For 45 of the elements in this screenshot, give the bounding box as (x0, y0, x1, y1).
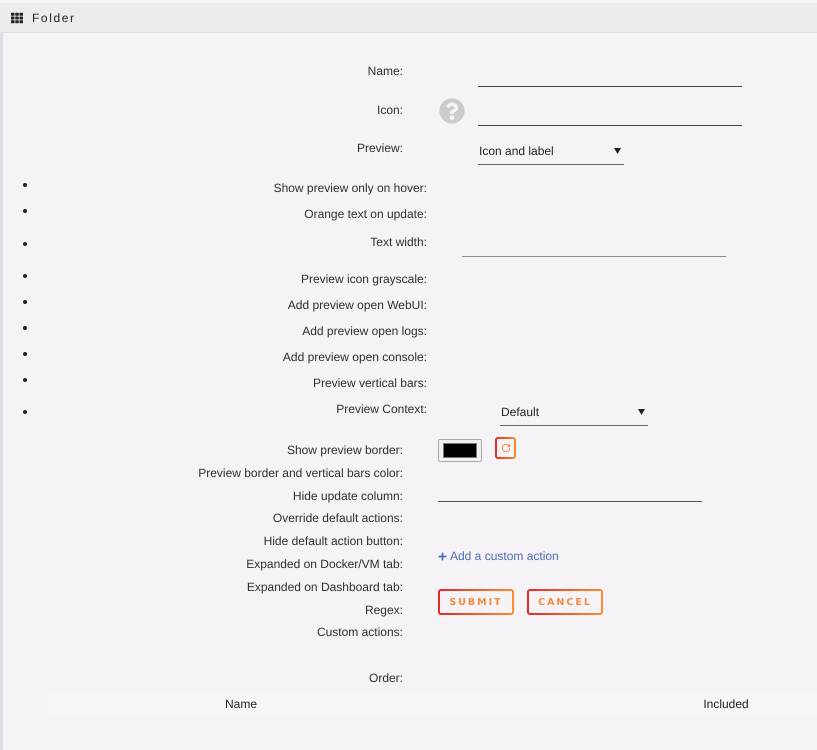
column-header: Included (702, 696, 750, 711)
field-label: Hide default action button: (264, 533, 403, 550)
field-label: Add preview open logs: (301, 323, 427, 339)
refresh-icon (500, 443, 510, 453)
bullet-icon (23, 242, 27, 246)
caret-icon (638, 409, 645, 415)
bullet-icon (23, 326, 27, 330)
field-label: Icon: (376, 102, 403, 118)
field-label: Preview border and vertical bars color: (198, 464, 403, 482)
bullet-icon (23, 209, 27, 213)
column-header: Name (224, 696, 258, 711)
bullet-icon (23, 352, 27, 356)
plus-icon (438, 552, 447, 560)
color-picker[interactable] (438, 439, 482, 462)
reset-button[interactable] (495, 437, 516, 459)
field-label: Add preview open WebUI: (286, 297, 427, 313)
field-label: Regex: (364, 602, 403, 619)
field-label: Preview icon grayscale: (300, 271, 427, 287)
field-label: Expanded on Dashboard tab: (246, 578, 403, 596)
field-label: Show preview border: (286, 442, 403, 459)
field-label: Expanded on Docker/VM tab: (246, 556, 403, 573)
field-label: Orange text on update: (303, 206, 427, 222)
bullet-icon (23, 183, 27, 187)
bullet-icon (23, 410, 27, 414)
field-label: Preview vertical bars: (312, 375, 427, 391)
bullet-icon (23, 300, 27, 304)
caret-icon (614, 148, 621, 154)
field-label: Name: (366, 63, 403, 79)
grid-icon (11, 12, 23, 24)
dropdown[interactable]: Icon and label (478, 141, 624, 165)
dropdown[interactable]: Default (500, 402, 648, 426)
field-label: Preview Context: (335, 401, 427, 417)
window-title: Folder (32, 10, 76, 24)
bullet-icon (23, 274, 27, 278)
question-icon (439, 98, 465, 124)
field-label: Text width: (369, 234, 427, 250)
field-label: Override default actions: (272, 510, 403, 528)
bullet-icon (23, 378, 27, 382)
field-label: Preview: (356, 140, 403, 156)
field-label: Order: (368, 670, 403, 686)
field-label: Hide update column: (292, 488, 403, 505)
add-action-link[interactable]: Add a custom action (438, 548, 559, 564)
field-label: Show preview only on hover: (272, 180, 427, 196)
field-label: Custom actions: (316, 624, 403, 642)
field-label: Add preview open console: (282, 349, 427, 365)
